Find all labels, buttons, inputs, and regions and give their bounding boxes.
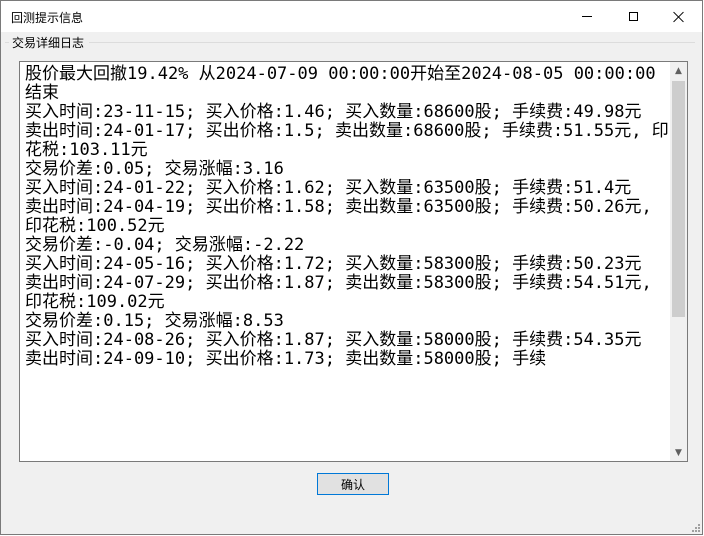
close-icon xyxy=(673,11,685,23)
group-box-label: 交易详细日志 xyxy=(12,34,87,51)
trade-log-textarea[interactable]: 股价最大回撤19.42% 从2024-07-09 00:00:00开始至2024… xyxy=(19,61,688,462)
minimize-button[interactable] xyxy=(564,1,610,32)
scroll-up-arrow-icon[interactable]: ▲ xyxy=(670,62,687,79)
scroll-down-arrow-icon[interactable]: ▼ xyxy=(670,444,687,461)
confirm-button[interactable]: 确认 xyxy=(317,473,389,495)
group-border-left xyxy=(5,42,9,43)
group-border-right xyxy=(89,42,695,43)
close-button[interactable] xyxy=(656,1,702,32)
resize-grip-icon[interactable] xyxy=(690,522,700,532)
trade-log-text: 股价最大回撤19.42% 从2024-07-09 00:00:00开始至2024… xyxy=(25,64,669,369)
window-title: 回测提示信息 xyxy=(11,11,84,25)
title-bar[interactable]: 回测提示信息 xyxy=(1,1,702,32)
maximize-icon xyxy=(628,12,638,21)
scrollbar-thumb[interactable] xyxy=(672,81,685,317)
dialog-window: 回测提示信息 交易详细日志 股价最大回撤19.42% 从2024-07-09 0… xyxy=(0,0,703,535)
maximize-button[interactable] xyxy=(610,1,656,32)
vertical-scrollbar[interactable]: ▲ ▼ xyxy=(670,62,687,461)
minimize-icon xyxy=(582,16,592,17)
